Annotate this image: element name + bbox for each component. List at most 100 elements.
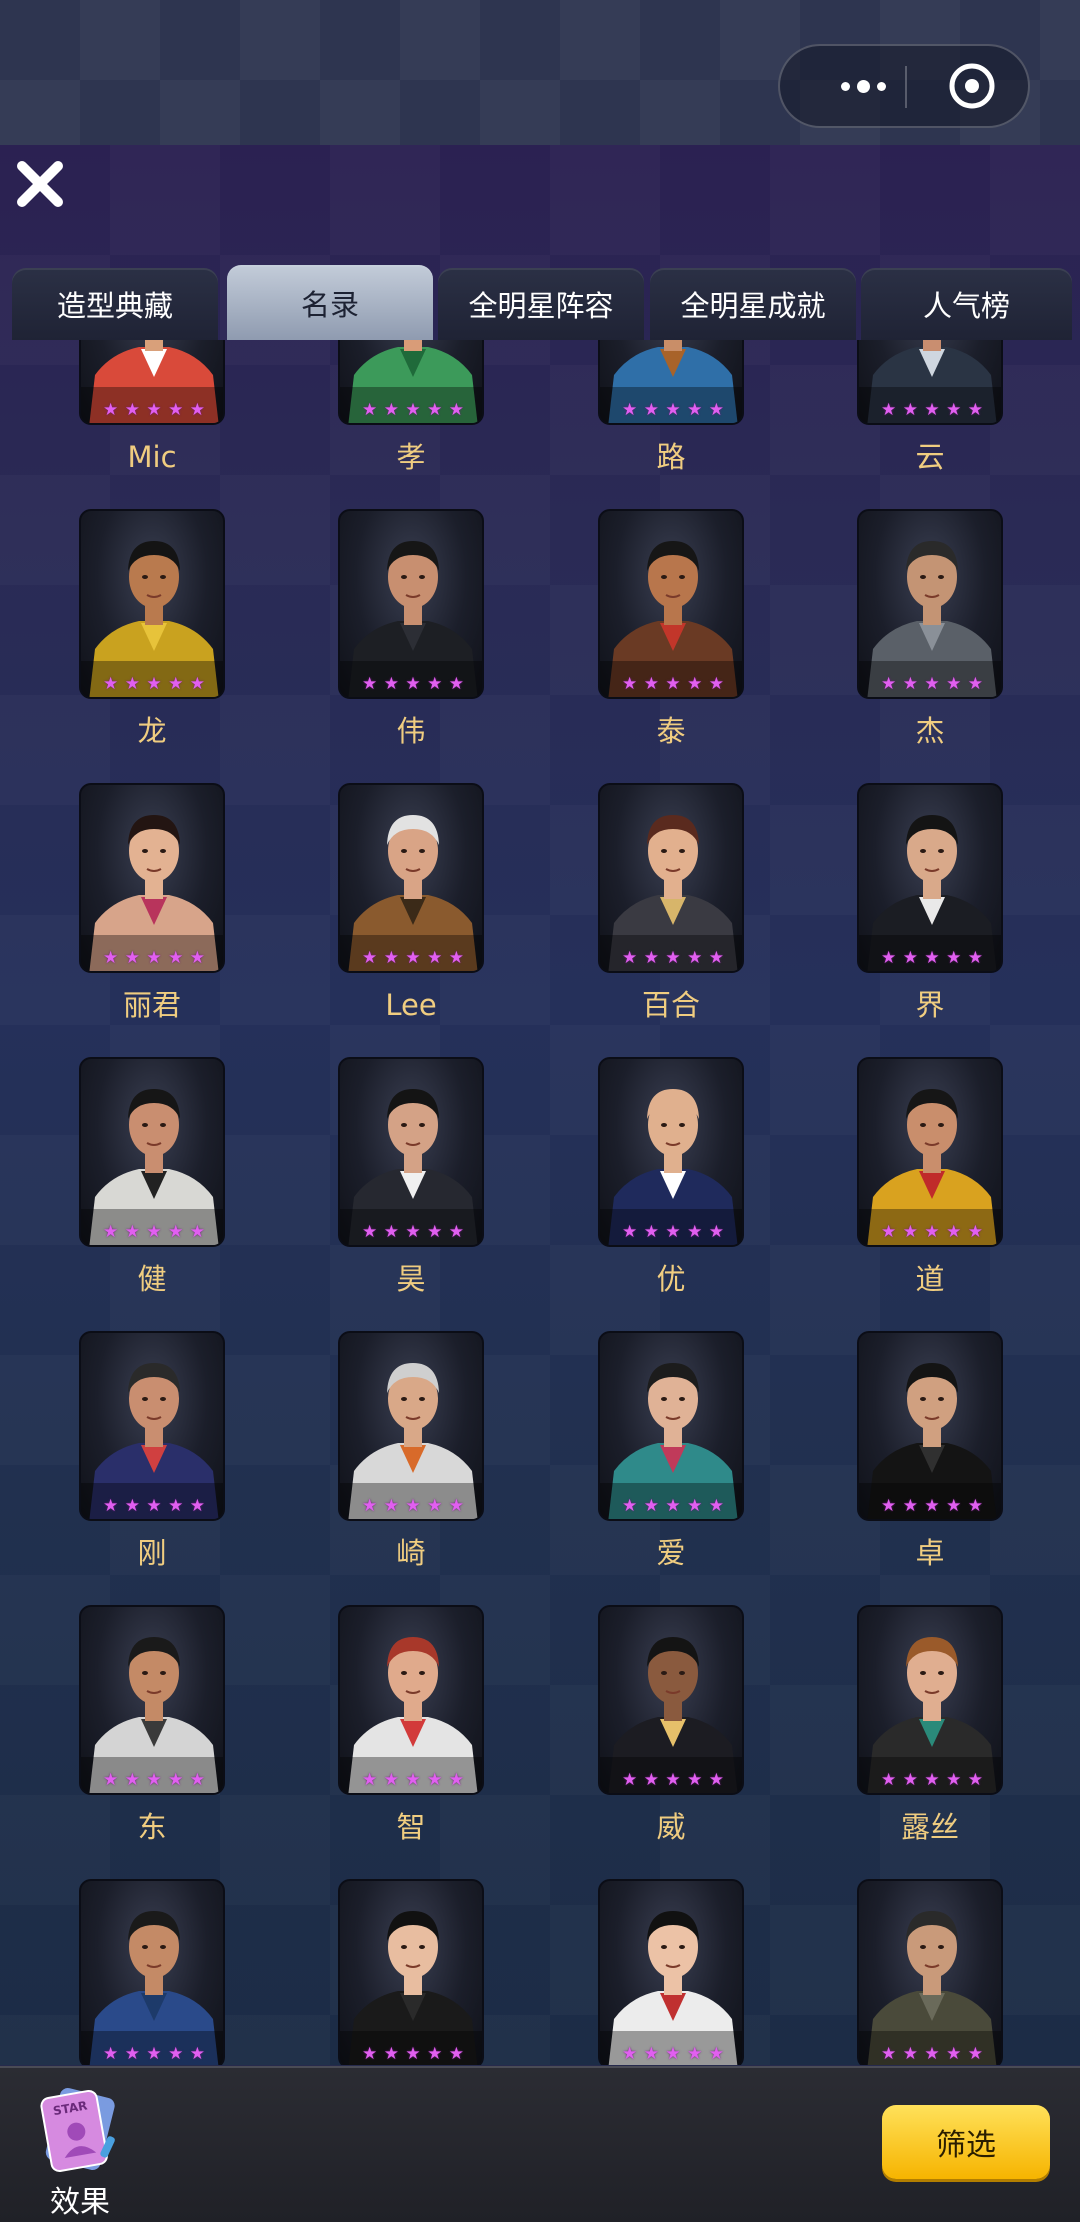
character-portrait-frame[interactable]: ★ ★ ★ ★ ★	[79, 1331, 225, 1521]
character-card[interactable]: ★ ★ ★ ★ ★ 云	[857, 340, 1003, 480]
more-menu-icon[interactable]	[818, 46, 908, 126]
character-portrait-frame[interactable]: ★ ★ ★ ★ ★	[857, 1331, 1003, 1521]
character-card[interactable]: ★ ★ ★ ★ ★ 孝	[338, 340, 484, 480]
character-card[interactable]: ★ ★ ★ ★ ★ 爱	[598, 1331, 744, 1576]
star-rating: ★ ★ ★ ★ ★	[881, 1770, 983, 1790]
tab-roster[interactable]: 名录	[227, 265, 433, 340]
character-portrait-frame[interactable]: ★ ★ ★ ★ ★	[857, 340, 1003, 425]
character-card[interactable]: ★ ★ ★ ★ ★ 道	[857, 1057, 1003, 1302]
character-card[interactable]: ★ ★ ★ ★ ★ 界	[857, 783, 1003, 1028]
character-portrait-frame[interactable]: ★ ★ ★ ★ ★	[338, 509, 484, 699]
star-icon: ★	[124, 948, 140, 968]
star-icon: ★	[383, 1222, 399, 1242]
character-card[interactable]: ★ ★ ★ ★ ★ 威	[598, 1605, 744, 1850]
character-card[interactable]: ★ ★ ★ ★ ★ 智	[338, 1605, 484, 1850]
character-card[interactable]: ★ ★ ★ ★ ★ 露丝	[857, 1605, 1003, 1850]
capsule-divider	[905, 66, 907, 108]
star-rating: ★ ★ ★ ★ ★	[103, 674, 205, 694]
star-icon: ★	[362, 1496, 378, 1516]
effect-label[interactable]: 效果	[30, 2177, 130, 2221]
star-icon: ★	[168, 1222, 184, 1242]
character-card[interactable]: ★ ★ ★ ★ ★ 健	[79, 1057, 225, 1302]
character-card[interactable]: ★ ★ ★ ★ ★ 昊	[338, 1057, 484, 1302]
character-card[interactable]: ★ ★ ★ ★ ★	[598, 1879, 744, 2065]
character-card[interactable]: ★ ★ ★ ★ ★ 东	[79, 1605, 225, 1850]
star-rating: ★ ★ ★ ★ ★	[103, 2044, 205, 2064]
star-icon: ★	[405, 2044, 421, 2064]
star-icon: ★	[881, 2044, 897, 2064]
character-portrait-frame[interactable]: ★ ★ ★ ★ ★	[338, 340, 484, 425]
character-portrait-frame[interactable]: ★ ★ ★ ★ ★	[338, 1331, 484, 1521]
character-portrait-frame[interactable]: ★ ★ ★ ★ ★	[857, 1605, 1003, 1795]
character-portrait-frame[interactable]: ★ ★ ★ ★ ★	[598, 340, 744, 425]
star-icon: ★	[189, 1770, 205, 1790]
star-icon: ★	[622, 1222, 638, 1242]
character-portrait-frame[interactable]: ★ ★ ★ ★ ★	[79, 1057, 225, 1247]
star-icon: ★	[967, 674, 983, 694]
character-portrait-frame[interactable]: ★ ★ ★ ★ ★	[79, 1605, 225, 1795]
star-icon: ★	[168, 400, 184, 420]
character-portrait-frame[interactable]: ★ ★ ★ ★ ★	[338, 783, 484, 973]
close-miniprogram-icon[interactable]	[948, 62, 996, 110]
star-rating: ★ ★ ★ ★ ★	[362, 1770, 464, 1790]
star-card-icon[interactable]: STAR	[30, 2086, 130, 2176]
character-portrait-frame[interactable]: ★ ★ ★ ★ ★	[598, 1057, 744, 1247]
character-portrait	[81, 541, 223, 697]
tab-allstar-lineup[interactable]: 全明星阵容	[438, 268, 644, 340]
character-portrait-frame[interactable]: ★ ★ ★ ★ ★	[598, 1331, 744, 1521]
character-portrait-frame[interactable]: ★ ★ ★ ★ ★	[598, 1605, 744, 1795]
character-card[interactable]: ★ ★ ★ ★ ★ 伟	[338, 509, 484, 754]
character-portrait-frame[interactable]: ★ ★ ★ ★ ★	[857, 1057, 1003, 1247]
star-icon: ★	[622, 948, 638, 968]
character-portrait-frame[interactable]: ★ ★ ★ ★ ★	[79, 509, 225, 699]
star-icon: ★	[362, 674, 378, 694]
character-card[interactable]: ★ ★ ★ ★ ★	[79, 1879, 225, 2065]
character-portrait-frame[interactable]: ★ ★ ★ ★ ★	[857, 1879, 1003, 2065]
character-portrait-frame[interactable]: ★ ★ ★ ★ ★	[857, 783, 1003, 973]
character-card[interactable]: ★ ★ ★ ★ ★ 崎	[338, 1331, 484, 1576]
star-icon: ★	[881, 948, 897, 968]
star-icon: ★	[622, 400, 638, 420]
close-icon[interactable]	[12, 156, 68, 212]
star-rating: ★ ★ ★ ★ ★	[103, 1770, 205, 1790]
star-icon: ★	[687, 674, 703, 694]
character-portrait-frame[interactable]: ★ ★ ★ ★ ★	[79, 783, 225, 973]
character-card[interactable]: ★ ★ ★ ★ ★ 百合	[598, 783, 744, 1028]
character-card[interactable]: ★ ★ ★ ★ ★ 刚	[79, 1331, 225, 1576]
character-card[interactable]: ★ ★ ★ ★ ★ 龙	[79, 509, 225, 754]
star-icon: ★	[362, 1222, 378, 1242]
character-card[interactable]: ★ ★ ★ ★ ★ 杰	[857, 509, 1003, 754]
character-card[interactable]: ★ ★ ★ ★ ★	[857, 1879, 1003, 2065]
character-card[interactable]: ★ ★ ★ ★ ★ 优	[598, 1057, 744, 1302]
character-card[interactable]: ★ ★ ★ ★ ★ 泰	[598, 509, 744, 754]
star-icon: ★	[946, 1496, 962, 1516]
character-name: 爱	[656, 1536, 686, 1570]
character-portrait-frame[interactable]: ★ ★ ★ ★ ★	[338, 1057, 484, 1247]
tab-outfit-collection[interactable]: 造型典藏	[12, 268, 218, 340]
tab-popularity-ranking[interactable]: 人气榜	[861, 268, 1072, 340]
character-card[interactable]: ★ ★ ★ ★ ★ 卓	[857, 1331, 1003, 1576]
character-card[interactable]: ★ ★ ★ ★ ★ 路	[598, 340, 744, 480]
filter-button[interactable]: 筛选	[882, 2105, 1050, 2179]
character-portrait-frame[interactable]: ★ ★ ★ ★ ★	[79, 1879, 225, 2065]
character-portrait-frame[interactable]: ★ ★ ★ ★ ★	[857, 509, 1003, 699]
star-icon: ★	[946, 1770, 962, 1790]
character-portrait-frame[interactable]: ★ ★ ★ ★ ★	[79, 340, 225, 425]
star-icon: ★	[189, 2044, 205, 2064]
character-card[interactable]: ★ ★ ★ ★ ★	[338, 1879, 484, 2065]
character-portrait-frame[interactable]: ★ ★ ★ ★ ★	[598, 783, 744, 973]
star-icon: ★	[924, 2044, 940, 2064]
character-card[interactable]: ★ ★ ★ ★ ★ Mic	[79, 340, 225, 480]
tab-allstar-achievements[interactable]: 全明星成就	[650, 268, 856, 340]
character-portrait-frame[interactable]: ★ ★ ★ ★ ★	[598, 1879, 744, 2065]
star-icon: ★	[643, 674, 659, 694]
character-card[interactable]: ★ ★ ★ ★ ★ Lee	[338, 783, 484, 1028]
character-portrait-frame[interactable]: ★ ★ ★ ★ ★	[338, 1879, 484, 2065]
character-card[interactable]: ★ ★ ★ ★ ★ 丽君	[79, 783, 225, 1028]
star-icon: ★	[448, 948, 464, 968]
character-portrait-frame[interactable]: ★ ★ ★ ★ ★	[598, 509, 744, 699]
character-portrait-frame[interactable]: ★ ★ ★ ★ ★	[338, 1605, 484, 1795]
character-portrait	[600, 1089, 742, 1245]
star-icon: ★	[448, 1770, 464, 1790]
star-icon: ★	[967, 948, 983, 968]
